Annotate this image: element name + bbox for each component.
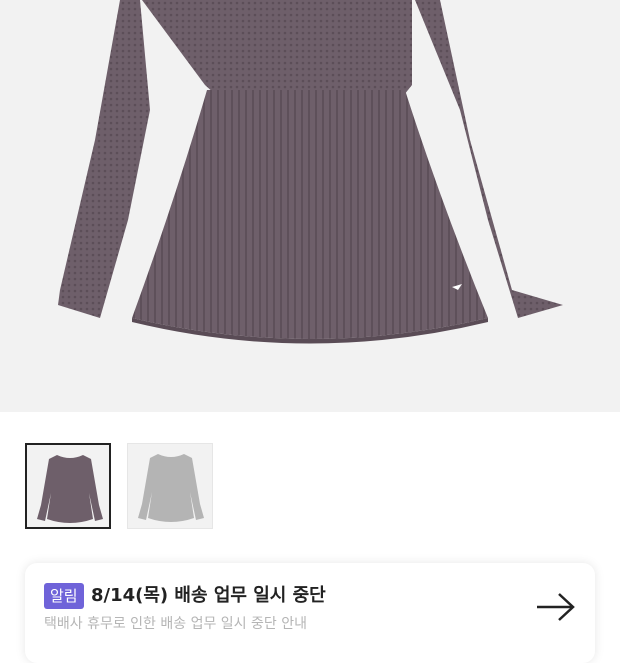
knit-dress-image bbox=[58, 0, 563, 344]
product-main-image[interactable] bbox=[0, 0, 620, 412]
notice-card[interactable]: 알림 8/14(목) 배송 업무 일시 중단 택배사 휴무로 인한 배송 업무 … bbox=[25, 563, 595, 663]
notice-badge: 알림 bbox=[44, 583, 84, 609]
thumbnail-purple-gray[interactable] bbox=[25, 443, 111, 529]
notice-subtitle: 택배사 휴무로 인한 배송 업무 일시 중단 안내 bbox=[44, 616, 307, 632]
arrow-right-icon[interactable] bbox=[535, 591, 577, 623]
purple-dress-thumb-image bbox=[37, 455, 103, 523]
gray-dress-thumb-image bbox=[138, 454, 204, 522]
thumbnail-light-gray[interactable] bbox=[127, 443, 213, 529]
notice-title: 8/14(목) 배송 업무 일시 중단 bbox=[91, 585, 326, 606]
